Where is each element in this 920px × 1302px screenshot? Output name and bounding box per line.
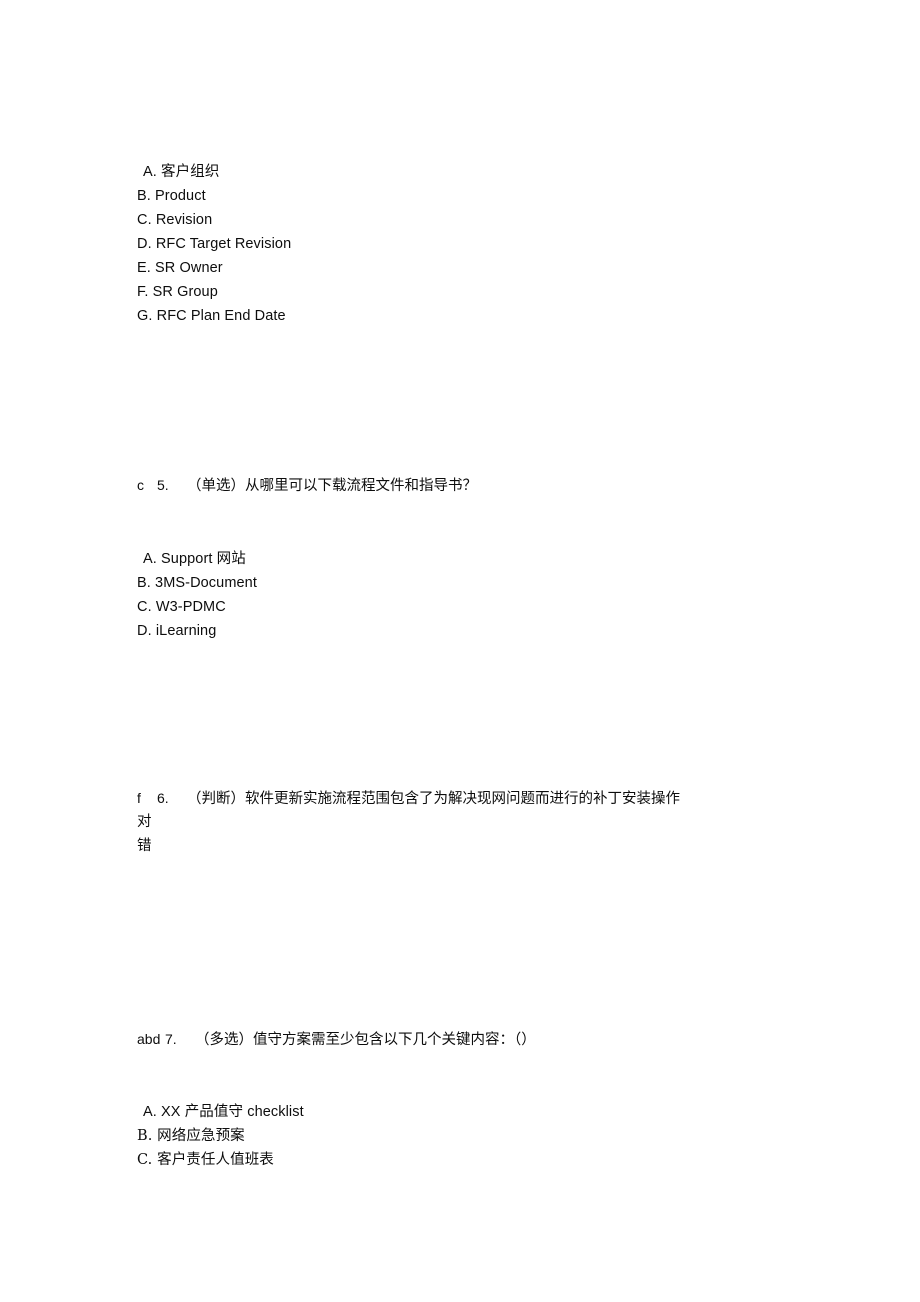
question-6-choice-list: 对 错 <box>137 810 152 858</box>
question-7-option-list: A. XX 产品值守 checklist B. 网络应急预案 C. 客户责任人值… <box>137 1100 304 1172</box>
option-item: A. XX 产品值守 checklist <box>143 1104 304 1120</box>
question-5-text: （单选）从哪里可以下载流程文件和指导书？ <box>187 478 477 494</box>
choice-true: 对 <box>137 814 152 830</box>
option-item: C. 客户责任人值班表 <box>137 1152 274 1168</box>
option-item: B. 3MS-Document <box>137 575 257 591</box>
option-item: A. 客户组织 <box>143 164 220 180</box>
option-item: C. Revision <box>137 212 213 228</box>
option-item: E. SR Owner <box>137 260 223 276</box>
question-5-heading: c 5. （单选）从哪里可以下载流程文件和指导书？ <box>137 473 477 498</box>
option-item: A. Support 网站 <box>143 551 246 567</box>
question-7-heading: abd 7. （多选）值守方案需至少包含以下几个关键内容：（） <box>137 1027 536 1052</box>
question-6-text: （判断）软件更新实施流程范围包含了为解决现网问题而进行的补丁安装操作 <box>187 791 680 807</box>
question-6-number: 6. <box>157 790 169 806</box>
question-6-answer-mark: f <box>137 790 141 806</box>
choice-false: 错 <box>137 838 152 854</box>
question-6-heading: f 6. （判断）软件更新实施流程范围包含了为解决现网问题而进行的补丁安装操作 <box>137 786 680 811</box>
option-item: F. SR Group <box>137 284 218 300</box>
question-4-option-list: A. 客户组织 B. Product C. Revision D. RFC Ta… <box>137 160 291 328</box>
option-item: D. RFC Target Revision <box>137 236 292 252</box>
question-7-number: 7. <box>165 1031 177 1047</box>
question-5-option-list: A. Support 网站 B. 3MS-Document C. W3-PDMC… <box>137 547 257 643</box>
option-item: C. W3-PDMC <box>137 599 226 615</box>
question-5-answer-mark: c <box>137 477 144 493</box>
question-7-text: （多选）值守方案需至少包含以下几个关键内容：（） <box>195 1032 536 1048</box>
option-item: B. Product <box>137 188 206 204</box>
question-5-number: 5. <box>157 477 169 493</box>
option-item: B. 网络应急预案 <box>137 1128 245 1144</box>
option-item: G. RFC Plan End Date <box>137 308 286 324</box>
question-7-answer-mark: abd <box>137 1031 161 1047</box>
document-page: A. 客户组织 B. Product C. Revision D. RFC Ta… <box>0 0 920 1302</box>
option-item: D. iLearning <box>137 623 217 639</box>
